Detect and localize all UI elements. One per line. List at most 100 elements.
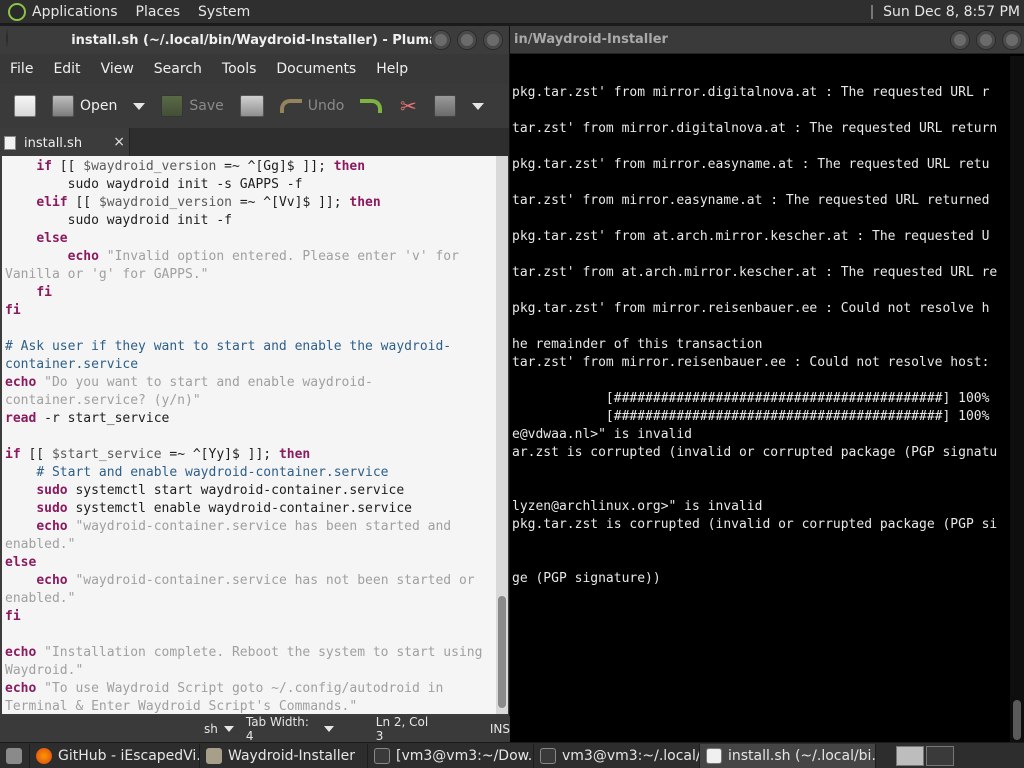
print-button[interactable] [234, 91, 270, 121]
menu-edit[interactable]: Edit [43, 61, 90, 77]
terminal-maximize-button[interactable] [976, 30, 996, 50]
code-line: sudo waydroid init -s GAPPS -f [5, 177, 303, 192]
code-line: Vanilla or 'g' for GAPPS." [5, 267, 209, 282]
pluma-maximize-button[interactable] [457, 30, 477, 50]
tray-separator [871, 5, 874, 19]
workspace-switcher [896, 745, 954, 766]
terminal-line: [#######################################… [512, 391, 990, 406]
terminal-scrollbar-thumb[interactable] [1013, 700, 1021, 740]
save-button[interactable]: Save [155, 91, 229, 121]
pluma-window[interactable]: install.sh (~/.local/bin/Waydroid-Instal… [0, 26, 510, 743]
terminal-minimize-button[interactable] [950, 30, 970, 50]
mate-logo-icon[interactable] [8, 2, 26, 21]
toolbar-overflow-button[interactable] [466, 99, 490, 114]
code-line: container.service [5, 357, 139, 372]
code-line: echo "Do you want to start and enable wa… [5, 375, 373, 390]
terminal-line: tar.zst' from mirror.easyname.at : The r… [512, 193, 990, 208]
pluma-minimize-button[interactable] [431, 30, 451, 50]
terminal-title: in/Waydroid-Installer [514, 32, 668, 47]
tab-close-icon[interactable]: × [113, 134, 125, 150]
menu-documents[interactable]: Documents [266, 61, 366, 77]
cut-button[interactable]: ✂ [392, 91, 424, 121]
text-editor[interactable]: if [[ $waydroid_version =~ ^[Gg]$ ]]; th… [2, 156, 496, 714]
code-content[interactable]: if [[ $waydroid_version =~ ^[Gg]$ ]]; th… [2, 156, 496, 714]
undo-button[interactable]: Undo [274, 94, 351, 118]
code-line: else [36, 231, 68, 246]
pluma-close-button[interactable] [483, 30, 503, 50]
window-menu-button[interactable] [6, 29, 8, 47]
taskbar-item-firefox[interactable]: GitHub - iEscapedVi... [30, 743, 200, 768]
open-button[interactable]: Open [46, 91, 123, 121]
toolbar: Open Save Undo ✂ [0, 84, 509, 128]
open-recent-dropdown[interactable] [127, 99, 151, 114]
show-desktop-button[interactable] [0, 743, 30, 768]
code-line: echo "waydroid-container.service has not… [36, 573, 475, 588]
new-button[interactable] [8, 91, 42, 121]
redo-button[interactable] [354, 95, 388, 117]
editor-scrollbar[interactable] [496, 156, 508, 714]
firefox-icon [36, 747, 52, 764]
terminal-line: pkg.tar.zst' from mirror.reisenbauer.ee … [512, 301, 990, 316]
menu-view[interactable]: View [91, 61, 144, 77]
code-line: # Ask user if they want to start and ena… [5, 339, 452, 354]
redo-icon [360, 99, 383, 113]
terminal-line: tar.zst' from at.arch.mirror.kescher.at … [512, 265, 998, 280]
undo-label: Undo [307, 98, 345, 114]
terminal-line: pkg.tar.zst' from at.arch.mirror.kescher… [512, 229, 990, 244]
taskbar-item-terminal-2[interactable]: vm3@vm3:~/.local/... [534, 743, 700, 768]
pluma-titlebar[interactable]: install.sh (~/.local/bin/Waydroid-Instal… [0, 26, 509, 54]
code-line: elif [[ $waydroid_version =~ ^[Vv]$ ]]; … [36, 195, 381, 210]
code-line: if [[ $start_service =~ ^[Yy]$ ]]; then [5, 447, 311, 462]
menu-file[interactable]: File [0, 61, 43, 77]
open-folder-icon [52, 95, 74, 117]
taskbar-item-pluma[interactable]: install.sh (~/.local/bi... [700, 743, 876, 768]
menu-applications[interactable]: Applications [32, 4, 118, 20]
language-selector[interactable]: sh [204, 722, 234, 736]
undo-icon [279, 99, 302, 113]
desktop-icon [6, 747, 22, 764]
code-line: sudo systemctl enable waydroid-container… [36, 501, 412, 516]
menubar: File Edit View Search Tools Documents He… [0, 54, 509, 84]
terminal-close-button[interactable] [1002, 30, 1022, 50]
taskbar-item-folder[interactable]: Waydroid-Installer [200, 743, 368, 768]
terminal-window[interactable]: in/Waydroid-Installer pkg.tar.zst' from … [508, 26, 1024, 742]
scissors-icon: ✂ [399, 94, 417, 118]
menu-help[interactable]: Help [366, 61, 418, 77]
clock[interactable]: Sun Dec 8, 8:57 PM [871, 4, 1020, 20]
terminal-output[interactable]: pkg.tar.zst' from mirror.digitalnova.at … [512, 84, 1012, 588]
code-line: Waydroid." [5, 663, 84, 678]
menu-tools[interactable]: Tools [212, 61, 267, 77]
menu-search[interactable]: Search [144, 61, 212, 77]
terminal-icon [374, 747, 390, 764]
terminal-titlebar[interactable]: in/Waydroid-Installer [508, 26, 1024, 54]
code-line: echo "waydroid-container.service has bee… [36, 519, 452, 534]
code-line: echo "To use Waydroid Script goto ~/.con… [5, 681, 444, 696]
folder-icon [206, 747, 222, 764]
menu-places[interactable]: Places [136, 4, 181, 20]
code-line: enabled." [5, 591, 76, 606]
code-line: # Start and enable waydroid-container.se… [36, 465, 389, 480]
menu-system[interactable]: System [198, 4, 250, 20]
taskbar-item-terminal-1[interactable]: [vm3@vm3:~/Dow... [368, 743, 534, 768]
workspace-2[interactable] [926, 745, 954, 766]
code-line: echo "Invalid option entered. Please ent… [67, 249, 459, 264]
editor-scrollbar-thumb[interactable] [498, 596, 506, 708]
tab-label: install.sh [24, 135, 83, 151]
copy-button[interactable] [428, 91, 462, 121]
tab-install-sh[interactable]: install.sh × [0, 128, 130, 158]
terminal-line: ge (PGP signature)) [512, 571, 661, 586]
chevron-down-icon [472, 102, 485, 110]
terminal-scrollbar[interactable] [1010, 56, 1024, 742]
terminal-line: e@vdwaa.nl>" is invalid [512, 427, 693, 442]
copy-icon [434, 95, 457, 117]
tab-width-selector[interactable]: Tab Width: 4 [246, 715, 334, 743]
chevron-down-icon [133, 102, 146, 110]
workspace-1[interactable] [896, 745, 924, 766]
